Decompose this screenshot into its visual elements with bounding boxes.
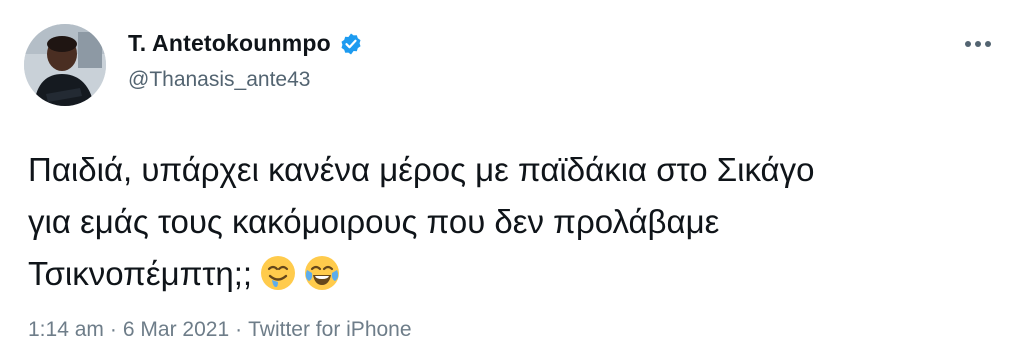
meta-separator: · xyxy=(109,318,117,341)
tweet-source[interactable]: Twitter for iPhone xyxy=(248,318,411,342)
drooling-face-emoji-icon xyxy=(260,254,296,290)
author-handle[interactable]: @Thanasis_ante43 xyxy=(128,68,310,92)
more-options-button[interactable] xyxy=(960,30,996,58)
tweet-date[interactable]: 6 Mar 2021 xyxy=(123,318,229,342)
avatar-photo xyxy=(24,24,106,106)
verified-badge-icon xyxy=(339,32,363,56)
tweet-meta: 1:14 am · 6 Mar 2021 · Twitter for iPhon… xyxy=(28,318,412,342)
tweet-time[interactable]: 1:14 am xyxy=(28,318,104,342)
tweet-text-line-3: Τσικνοπέμπτη;; xyxy=(28,255,253,292)
author-name-row: T. Antetokounmpo xyxy=(128,30,363,57)
more-options-icon xyxy=(965,41,991,47)
tweet-text-line: Παιδιά, υπάρχει κανένα μέρος με παϊδάκια… xyxy=(28,151,815,188)
tweet-text: Παιδιά, υπάρχει κανένα μέρος με παϊδάκια… xyxy=(28,144,988,300)
meta-separator: · xyxy=(235,318,243,341)
tweet-card: T. Antetokounmpo @Thanasis_ante43 Παιδιά… xyxy=(0,0,1024,360)
author-display-name[interactable]: T. Antetokounmpo xyxy=(128,30,331,57)
tweet-text-line: για εμάς τους κακόμοιρους που δεν προλάβ… xyxy=(28,203,720,240)
tweet-text-line-last: Τσικνοπέμπτη;; xyxy=(28,248,988,300)
author-avatar[interactable] xyxy=(24,24,106,106)
tears-of-joy-emoji-icon xyxy=(304,254,340,290)
